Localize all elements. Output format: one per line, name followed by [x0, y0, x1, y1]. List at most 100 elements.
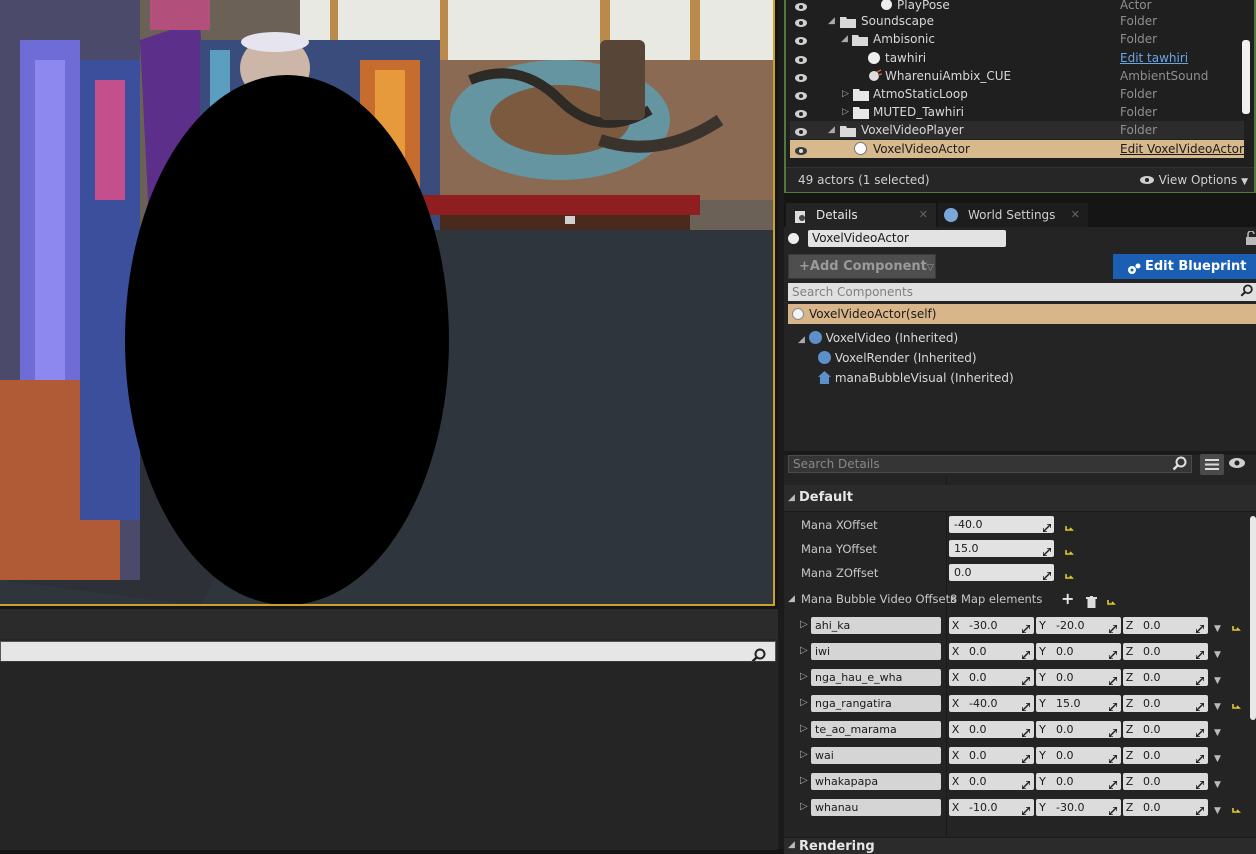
expanded-arrow-icon[interactable]: ◢	[841, 30, 848, 48]
drag-handle-icon[interactable]	[1021, 699, 1031, 712]
vector-y-input[interactable]: Y 0.0	[1036, 669, 1121, 686]
collapsed-arrow-icon[interactable]: ▷	[800, 769, 808, 793]
edit-blueprint-button[interactable]: Edit Blueprint ▼	[1113, 254, 1256, 298]
outliner-row[interactable]: tawhiri Edit tawhiri	[790, 49, 1244, 67]
drag-handle-icon[interactable]	[1195, 725, 1205, 738]
collapsed-arrow-icon[interactable]: ▷	[842, 85, 849, 103]
collapsed-arrow-icon[interactable]: ▷	[800, 717, 808, 741]
drag-handle-icon[interactable]	[1195, 647, 1205, 660]
vector-y-input[interactable]: Y 15.0	[1036, 695, 1121, 712]
outliner-row[interactable]: WharenuiAmbix_CUE AmbientSound	[790, 67, 1244, 85]
drag-handle-icon[interactable]	[1042, 544, 1052, 557]
vector-y-input[interactable]: Y -30.0	[1036, 799, 1121, 816]
drag-handle-icon[interactable]	[1021, 621, 1031, 634]
drag-handle-icon[interactable]	[1108, 673, 1118, 686]
add-component-button[interactable]: +Add Component▽	[788, 254, 936, 279]
drag-handle-icon[interactable]	[1195, 673, 1205, 686]
chevron-down-icon[interactable]: ▼	[1214, 617, 1221, 641]
view-options-eye-icon[interactable]	[1228, 457, 1246, 472]
tab-world-settings[interactable]: World Settings ✕	[938, 203, 1088, 227]
vector-x-input[interactable]: X 0.0	[949, 669, 1034, 686]
expanded-arrow-icon[interactable]: ◢	[788, 587, 795, 611]
drag-handle-icon[interactable]	[1108, 725, 1118, 738]
vector-x-input[interactable]: X -40.0	[949, 695, 1034, 712]
search-icon[interactable]	[1240, 284, 1254, 303]
drag-handle-icon[interactable]	[1021, 647, 1031, 660]
drag-handle-icon[interactable]	[1042, 520, 1052, 533]
vector-z-input[interactable]: Z 0.0	[1123, 773, 1208, 790]
tab-details[interactable]: Details ✕	[786, 203, 936, 227]
drag-handle-icon[interactable]	[1108, 803, 1118, 816]
chevron-down-icon[interactable]: ▼	[1214, 695, 1221, 719]
vector-y-input[interactable]: Y -20.0	[1036, 617, 1121, 634]
details-scrollbar[interactable]	[1250, 516, 1256, 720]
outliner-row[interactable]: ▷ MUTED_Tawhiri Folder	[790, 103, 1244, 121]
vector-y-input[interactable]: Y 0.0	[1036, 643, 1121, 660]
edit-blueprint-link[interactable]: Edit tawhiri	[1120, 49, 1188, 67]
chevron-down-icon[interactable]: ▼	[1214, 643, 1221, 667]
expanded-arrow-icon[interactable]: ◢	[828, 121, 835, 139]
visibility-eye-icon[interactable]	[794, 143, 808, 161]
chevron-down-icon[interactable]: ▼	[1214, 669, 1221, 693]
number-input[interactable]: -40.0	[949, 516, 1054, 533]
collapsed-arrow-icon[interactable]: ▷	[800, 639, 808, 663]
level-viewport[interactable]	[0, 0, 775, 606]
property-matrix-button[interactable]	[1200, 454, 1224, 475]
map-key-input[interactable]: iwi	[811, 643, 941, 660]
drag-handle-icon[interactable]	[1108, 699, 1118, 712]
vector-x-input[interactable]: X 0.0	[949, 721, 1034, 738]
chevron-down-icon[interactable]: ▼	[1214, 721, 1221, 745]
component-voxelrender[interactable]: VoxelRender (Inherited)	[818, 349, 977, 367]
vector-z-input[interactable]: Z 0.0	[1123, 799, 1208, 816]
vector-z-input[interactable]: Z 0.0	[1123, 695, 1208, 712]
drag-handle-icon[interactable]	[1021, 777, 1031, 790]
map-key-input[interactable]: whakapapa	[811, 773, 941, 790]
outliner-row[interactable]: ▷ AtmoStaticLoop Folder	[790, 85, 1244, 103]
vector-z-input[interactable]: Z 0.0	[1123, 721, 1208, 738]
lock-icon[interactable]	[1246, 230, 1256, 248]
vector-y-input[interactable]: Y 0.0	[1036, 747, 1121, 764]
drag-handle-icon[interactable]	[1195, 751, 1205, 764]
actor-name-field[interactable]: VoxelVideoActor	[808, 230, 1006, 247]
view-options-button[interactable]: View Options ▼	[1139, 168, 1248, 194]
collapsed-arrow-icon[interactable]: ▷	[800, 795, 808, 819]
search-components-input[interactable]: Search Components	[788, 283, 1256, 301]
vector-z-input[interactable]: Z 0.0	[1123, 747, 1208, 764]
drag-handle-icon[interactable]	[1108, 647, 1118, 660]
search-details-input[interactable]: Search Details	[788, 455, 1192, 473]
map-key-input[interactable]: te_ao_marama	[811, 721, 941, 738]
component-voxelvideo[interactable]: ◢ VoxelVideo (Inherited)	[798, 329, 958, 347]
drag-handle-icon[interactable]	[1108, 751, 1118, 764]
outliner-row[interactable]: ◢ VoxelVideoPlayer Folder	[790, 121, 1244, 139]
category-rendering[interactable]: ◢ Rendering	[784, 837, 1256, 854]
drag-handle-icon[interactable]	[1021, 803, 1031, 816]
vector-z-input[interactable]: Z 0.0	[1123, 643, 1208, 660]
collapsed-arrow-icon[interactable]: ▷	[800, 743, 808, 767]
map-key-input[interactable]: nga_hau_e_wha	[811, 669, 941, 686]
close-icon[interactable]: ✕	[919, 203, 928, 227]
number-input[interactable]: 0.0	[949, 564, 1054, 581]
drag-handle-icon[interactable]	[1195, 621, 1205, 634]
drag-handle-icon[interactable]	[1195, 699, 1205, 712]
vector-x-input[interactable]: X -10.0	[949, 799, 1034, 816]
vector-x-input[interactable]: X 0.0	[949, 773, 1034, 790]
map-key-input[interactable]: whanau	[811, 799, 941, 816]
drag-handle-icon[interactable]	[1021, 673, 1031, 686]
map-key-input[interactable]: ahi_ka	[811, 617, 941, 634]
vector-x-input[interactable]: X 0.0	[949, 643, 1034, 660]
map-key-input[interactable]: wai	[811, 747, 941, 764]
chevron-down-icon[interactable]: ▼	[1214, 799, 1221, 823]
category-default[interactable]: ◢ Default	[784, 485, 1256, 512]
collapsed-arrow-icon[interactable]: ▷	[842, 103, 849, 121]
outliner-row-selected[interactable]: VoxelVideoActor Edit VoxelVideoActor	[790, 140, 1244, 158]
add-element-icon[interactable]: +	[1061, 587, 1074, 611]
drag-handle-icon[interactable]	[1021, 725, 1031, 738]
drag-handle-icon[interactable]	[1108, 777, 1118, 790]
expanded-arrow-icon[interactable]: ◢	[798, 335, 805, 345]
vector-x-input[interactable]: X 0.0	[949, 747, 1034, 764]
chevron-down-icon[interactable]: ▼	[1214, 773, 1221, 797]
vector-x-input[interactable]: X -30.0	[949, 617, 1034, 634]
vector-y-input[interactable]: Y 0.0	[1036, 721, 1121, 738]
drag-handle-icon[interactable]	[1021, 751, 1031, 764]
reset-to-default-icon[interactable]	[1231, 800, 1241, 824]
